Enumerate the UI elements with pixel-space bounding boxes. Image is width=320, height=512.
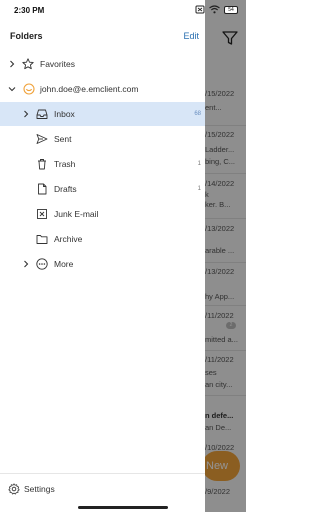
favorites-label: Favorites <box>40 59 75 69</box>
folder-more[interactable]: More <box>0 252 205 276</box>
account-row[interactable]: john.doe@e.emclient.com <box>0 77 205 101</box>
wifi-icon <box>209 5 220 14</box>
more-icon <box>36 258 48 270</box>
junk-icon <box>37 209 47 219</box>
item-count: 1 <box>197 186 201 192</box>
home-indicator[interactable] <box>78 506 168 509</box>
favorites-row[interactable]: Favorites <box>0 52 205 76</box>
drawer-header: Folders Edit <box>0 28 205 46</box>
sim-icon <box>195 5 205 14</box>
chevron-down-icon[interactable] <box>8 85 16 93</box>
chevron-right-icon[interactable] <box>22 260 30 268</box>
folder-trash[interactable]: Trash 1 <box>0 152 205 176</box>
folder-icon <box>36 235 48 244</box>
status-bar: 2:30 PM 54 <box>0 0 246 22</box>
status-time: 2:30 PM <box>14 6 45 15</box>
account-icon <box>23 83 35 95</box>
inbox-icon <box>36 109 48 119</box>
star-icon <box>22 58 34 70</box>
folder-label: Drafts <box>54 184 77 194</box>
divider <box>0 473 205 474</box>
folder-label: Sent <box>54 134 72 144</box>
trash-icon <box>38 159 46 170</box>
folder-label: Junk E-mail <box>54 209 99 219</box>
item-count: 1 <box>197 161 201 167</box>
folder-drafts[interactable]: Drafts 1 <box>0 177 205 201</box>
folder-inbox[interactable]: Inbox 68 <box>0 102 205 126</box>
account-email: john.doe@e.emclient.com <box>40 84 139 94</box>
chevron-right-icon[interactable] <box>22 110 30 118</box>
settings-label: Settings <box>24 484 55 494</box>
gear-icon <box>8 483 20 495</box>
battery-icon: 54 <box>224 5 238 14</box>
drawer-title: Folders <box>10 31 43 41</box>
folder-label: More <box>54 259 74 269</box>
unread-count: 68 <box>194 111 201 117</box>
chevron-right-icon[interactable] <box>8 60 16 68</box>
folders-drawer: Folders Edit Favorites john.doe@e.emclie… <box>0 0 205 512</box>
folder-archive[interactable]: Archive <box>0 227 205 251</box>
folder-junk-email[interactable]: Junk E-mail <box>0 202 205 226</box>
status-icons: 54 <box>195 5 238 14</box>
edit-button[interactable]: Edit <box>183 31 199 41</box>
draft-document-icon <box>38 183 47 195</box>
settings-row[interactable]: Settings <box>0 480 205 498</box>
folder-label: Trash <box>54 159 76 169</box>
folder-label: Inbox <box>54 109 75 119</box>
folder-sent[interactable]: Sent <box>0 127 205 151</box>
send-icon <box>36 134 48 144</box>
folder-label: Archive <box>54 234 83 244</box>
